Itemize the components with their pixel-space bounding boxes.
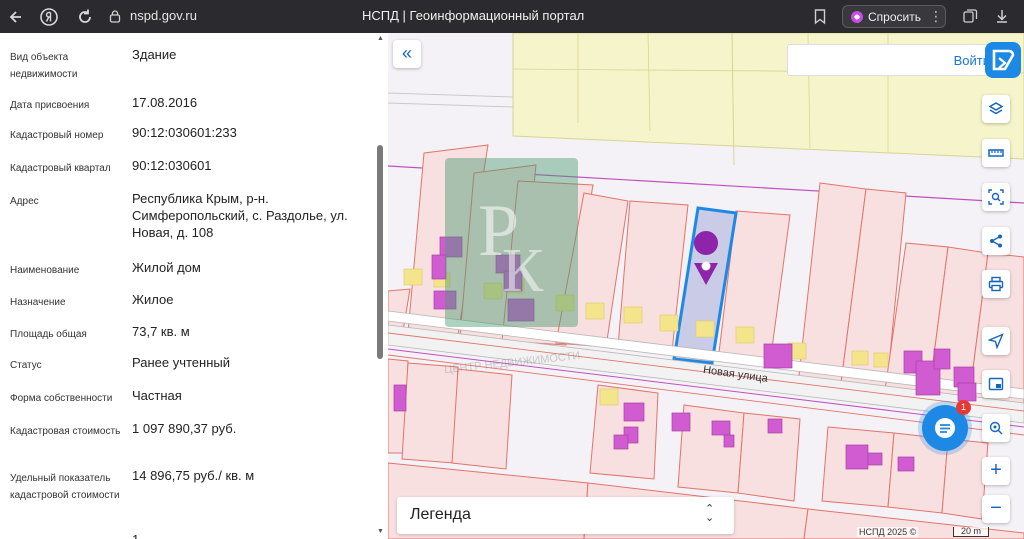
chat-notification-badge: 1 bbox=[956, 400, 971, 415]
locate-button[interactable] bbox=[982, 327, 1010, 355]
info-value: 1 bbox=[132, 531, 368, 539]
alice-icon bbox=[851, 11, 863, 23]
info-label: Статус bbox=[10, 360, 42, 371]
page-title: НСПД | Геоинформационный портал bbox=[362, 8, 585, 23]
reload-button[interactable] bbox=[74, 6, 96, 28]
collapse-panel-button[interactable]: « bbox=[393, 40, 421, 68]
info-value: 1 097 890,37 руб. bbox=[132, 421, 237, 436]
info-value: 90:12:030601:233 bbox=[132, 125, 237, 140]
geo-search-button[interactable] bbox=[982, 414, 1010, 442]
area-search-button[interactable] bbox=[982, 183, 1010, 211]
double-chevron-left-icon: « bbox=[401, 43, 412, 63]
info-label: Назначение bbox=[10, 297, 66, 308]
panel-scrollbar-thumb[interactable] bbox=[377, 145, 383, 359]
print-button[interactable] bbox=[982, 270, 1010, 298]
info-label: Кадастровый номер bbox=[10, 130, 104, 141]
share-button[interactable] bbox=[982, 227, 1010, 255]
navigation-arrow-icon bbox=[988, 333, 1004, 349]
legend-label: Легенда bbox=[410, 506, 471, 523]
nspd-logo-icon bbox=[992, 49, 1015, 71]
info-value: 90:12:030601 bbox=[132, 158, 212, 173]
browser-toolbar: nspd.gov.ru НСПД | Геоинформационный пор… bbox=[0, 0, 1024, 33]
scroll-up-icon[interactable]: ▲ bbox=[376, 35, 385, 42]
zoom-in-button[interactable]: + bbox=[982, 457, 1010, 485]
map-view[interactable]: P К ЦЕНТР НЕДВИЖИМОСТИ Новая улица « Вой… bbox=[388, 33, 1024, 539]
info-value: Здание bbox=[132, 47, 177, 62]
download-icon[interactable] bbox=[994, 8, 1010, 24]
zoom-out-button[interactable]: − bbox=[982, 495, 1010, 523]
info-label: Удельный показатель кадастровой стоимост… bbox=[10, 473, 120, 501]
more-icon[interactable]: ⋮ bbox=[929, 8, 943, 25]
collections-icon[interactable] bbox=[962, 8, 978, 24]
layers-icon bbox=[988, 102, 1004, 115]
ruler-icon bbox=[988, 149, 1004, 157]
info-value: Республика Крым, р-н. Симферопольский, с… bbox=[132, 191, 348, 240]
info-label: Адрес bbox=[10, 196, 39, 207]
info-value: 73,7 кв. м bbox=[132, 324, 190, 339]
info-label: Площадь общая bbox=[10, 329, 87, 340]
picture-in-picture-icon bbox=[988, 377, 1004, 391]
scroll-down-icon[interactable]: ▼ bbox=[376, 528, 385, 535]
info-value: Жилой дом bbox=[132, 260, 201, 275]
info-label: Наименование bbox=[10, 265, 80, 276]
chat-icon bbox=[935, 418, 955, 438]
info-label: Кадастровый квартал bbox=[10, 163, 111, 174]
bookmark-icon[interactable] bbox=[812, 8, 828, 25]
info-value: Ранее учтенный bbox=[132, 355, 230, 370]
object-info-panel: Вид объекта недвижимости Здание Дата при… bbox=[0, 33, 388, 539]
expand-chevrons-icon: ⌃ ⌄ bbox=[705, 503, 715, 524]
ask-ai-label: Спросить bbox=[868, 10, 921, 24]
chat-button[interactable]: 1 bbox=[922, 400, 971, 451]
info-value: 14 896,75 руб./ кв. м bbox=[132, 468, 255, 483]
svg-text:К: К bbox=[502, 237, 544, 305]
area-search-icon bbox=[988, 189, 1004, 205]
info-label: Форма собственности bbox=[10, 393, 113, 404]
minimap-button[interactable] bbox=[982, 370, 1010, 398]
info-label: Дата присвоения bbox=[10, 100, 90, 111]
info-label: Вид объекта недвижимости bbox=[10, 52, 78, 80]
ask-ai-button[interactable]: Спросить ⋮ bbox=[842, 5, 946, 28]
measure-button[interactable] bbox=[982, 139, 1010, 167]
back-button[interactable] bbox=[6, 6, 28, 28]
info-value: Жилое bbox=[132, 292, 174, 307]
share-icon bbox=[990, 234, 1002, 248]
lock-icon[interactable] bbox=[108, 9, 122, 23]
address-bar-url[interactable]: nspd.gov.ru bbox=[130, 8, 197, 23]
info-value: 17.08.2016 bbox=[132, 95, 198, 110]
plus-icon: + bbox=[990, 459, 1002, 481]
yandex-icon bbox=[40, 8, 58, 26]
login-bar[interactable]: Войти bbox=[787, 44, 997, 76]
reload-icon bbox=[79, 9, 91, 23]
info-label: Кадастровая стоимость bbox=[10, 426, 121, 437]
layers-button[interactable] bbox=[982, 95, 1010, 123]
back-arrow-icon bbox=[9, 11, 21, 23]
yandex-button[interactable] bbox=[38, 6, 60, 28]
map-copyright: НСПД 2025 © bbox=[857, 527, 919, 537]
cadastral-map-layer[interactable]: P К bbox=[388, 33, 1024, 539]
printer-icon bbox=[988, 276, 1004, 292]
legend-dropdown[interactable]: Легенда ⌃ ⌄ bbox=[397, 497, 734, 534]
nspd-logo-button[interactable] bbox=[985, 42, 1021, 78]
minus-icon: − bbox=[990, 497, 1002, 519]
geo-search-icon bbox=[989, 421, 1003, 435]
info-value: Частная bbox=[132, 388, 182, 403]
map-scale-bar: 20 m bbox=[953, 527, 989, 537]
